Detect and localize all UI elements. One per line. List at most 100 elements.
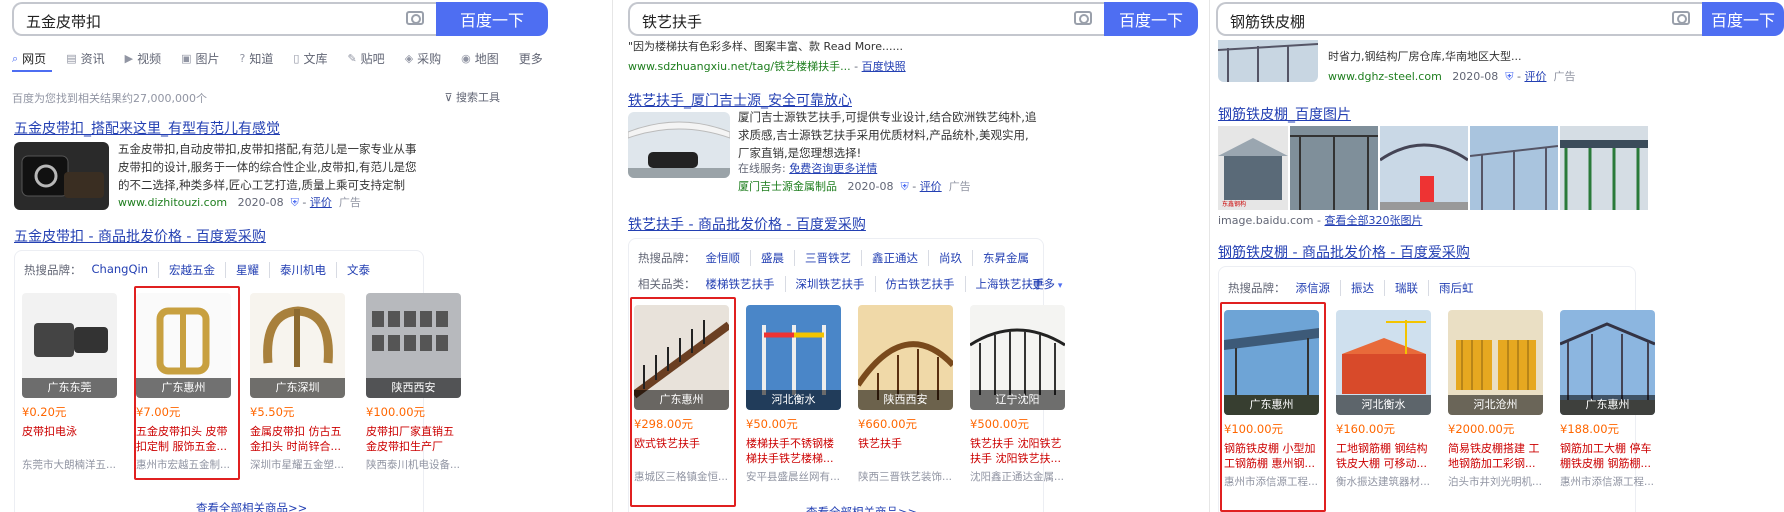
result-url[interactable]: www.dghz-steel.com bbox=[1328, 70, 1442, 83]
tab-more[interactable]: 更多 bbox=[519, 50, 543, 67]
search-input[interactable]: 五金皮带扣 bbox=[12, 2, 436, 36]
product-name[interactable]: 皮带扣电泳 bbox=[22, 424, 117, 454]
result-thumbnail[interactable] bbox=[14, 142, 109, 210]
product-seller: 沈阳鑫正通达金属... bbox=[970, 471, 1065, 483]
brand-link[interactable]: 金恒顺 bbox=[706, 250, 751, 266]
product-name[interactable]: 工地钢筋棚 钢结构铁皮大棚 可移动... bbox=[1336, 441, 1431, 471]
verified-icon: ⛨ bbox=[1505, 70, 1514, 83]
result-title-link[interactable]: 五金皮带扣 - 商品批发价格 - 百度爱采购 bbox=[14, 226, 266, 246]
brand-link[interactable]: 添信源 bbox=[1296, 280, 1341, 296]
search-button[interactable]: 百度一下 bbox=[1702, 2, 1784, 36]
product-name[interactable]: 钢筋加工大棚 停车棚铁皮棚 钢筋棚... bbox=[1560, 441, 1655, 471]
result-thumbnail[interactable] bbox=[628, 112, 730, 178]
category-link[interactable]: 仿古铁艺扶手 bbox=[886, 276, 966, 292]
camera-icon[interactable] bbox=[1074, 11, 1092, 25]
brand-link[interactable]: 瑞联 bbox=[1395, 280, 1429, 296]
product-name[interactable]: 金属皮带扣 仿古五金扣头 时尚锌合... bbox=[250, 424, 345, 454]
product-name[interactable]: 铁艺扶手 bbox=[858, 436, 953, 466]
shed-image[interactable] bbox=[1290, 126, 1378, 210]
product-card[interactable]: 陕西西安 ¥100.00元 皮带扣厂家直销五金皮带扣生产厂家... 陕西泰川机电… bbox=[366, 293, 461, 472]
cart-icon: ◈ bbox=[404, 52, 414, 65]
brand-link[interactable]: ChangQin bbox=[92, 262, 159, 278]
search-tools-button[interactable]: ⊽ 搜索工具 bbox=[444, 89, 500, 105]
result-title-link[interactable]: 五金皮带扣_搭配来这里_有型有范儿有感觉 bbox=[14, 118, 280, 138]
see-all-images-link[interactable]: 查看全部320张图片 bbox=[1324, 214, 1422, 227]
result-title-link[interactable]: 钢筋铁皮棚 - 商品批发价格 - 百度爱采购 bbox=[1218, 242, 1470, 262]
search-tabs: ⌕ 网页 ▤ 资讯 ▶ 视频 ▣ 图片 ? 知道 ▯ 文库 ✎ 贴吧 ◈ 采购 ◉ 地图 更多 bbox=[12, 50, 563, 67]
product-card[interactable]: 陕西西安 ¥660.00元 铁艺扶手 陕西三晋铁艺装饰... bbox=[858, 305, 953, 484]
product-image: 辽宁沈阳 bbox=[970, 305, 1065, 410]
product-name[interactable]: 简易铁皮棚搭建 工地钢筋加工彩钢... bbox=[1448, 441, 1543, 471]
highlight-box bbox=[630, 297, 736, 507]
product-card[interactable]: 河北沧州 ¥2000.00元 简易铁皮棚搭建 工地钢筋加工彩钢... 泊头市井刘… bbox=[1448, 310, 1543, 489]
more-categories-button[interactable]: 更多 ▾ bbox=[1032, 276, 1062, 292]
tab-news[interactable]: ▤ 资讯 bbox=[66, 50, 104, 67]
see-all-products-link[interactable]: 查看全部相关商品>> bbox=[196, 500, 307, 512]
brand-link[interactable]: 盛晨 bbox=[761, 250, 795, 266]
search-button[interactable]: 百度一下 bbox=[1104, 2, 1198, 36]
result-date: 2020-08 bbox=[847, 180, 894, 193]
product-name[interactable]: 楼梯扶手不锈钢楼梯扶手铁艺楼梯... bbox=[746, 436, 841, 466]
brand-link[interactable]: 振达 bbox=[1351, 280, 1385, 296]
result-url[interactable]: www.sdzhuangxiu.net/tag/铁艺楼梯扶手... bbox=[628, 60, 851, 73]
category-link[interactable]: 楼梯铁艺扶手 bbox=[706, 276, 786, 292]
product-card[interactable]: 河北衡水 ¥50.00元 楼梯扶手不锈钢楼梯扶手铁艺楼梯... 安平县盛晨丝网有… bbox=[746, 305, 841, 484]
category-link[interactable]: 深圳铁艺扶手 bbox=[796, 276, 876, 292]
brand-link[interactable]: 宏越五金 bbox=[169, 262, 226, 278]
eval-link[interactable]: 评价 bbox=[1524, 70, 1546, 83]
camera-icon[interactable] bbox=[1672, 11, 1690, 25]
svg-text:东鑫钢构: 东鑫钢构 bbox=[1222, 200, 1246, 208]
search-input[interactable]: 铁艺扶手 bbox=[628, 2, 1104, 36]
result-snippet: "因为楼梯扶有色彩多样、图案丰富、款 Read More...... bbox=[628, 40, 903, 53]
brand-link[interactable]: 三晋铁艺 bbox=[805, 250, 862, 266]
hot-brand-row: 热搜品牌： 添信源 振达 瑞联 雨后虹 bbox=[1228, 280, 1494, 296]
product-seller: 陕西泰川机电设备... bbox=[366, 459, 461, 471]
result-url[interactable]: www.dizhitouzi.com bbox=[118, 196, 227, 209]
shed-image[interactable] bbox=[1470, 126, 1558, 210]
ad-label: 广告 bbox=[948, 180, 971, 193]
search-query: 铁艺扶手 bbox=[642, 13, 703, 31]
brand-link[interactable]: 东昇金属 bbox=[983, 250, 1039, 266]
brand-link[interactable]: 星耀 bbox=[236, 262, 270, 278]
product-card[interactable]: 辽宁沈阳 ¥500.00元 铁艺扶手 沈阳铁艺扶手 沈阳铁艺扶... 沈阳鑫正通… bbox=[970, 305, 1065, 484]
result-title-link[interactable]: 铁艺扶手_厦门吉士源_安全可靠放心 bbox=[628, 90, 852, 110]
product-card[interactable]: 广东东莞 ¥0.20元 皮带扣电泳 东莞市大朗楠洋五... bbox=[22, 293, 117, 472]
tab-video[interactable]: ▶ 视频 bbox=[125, 50, 161, 67]
shed-image[interactable] bbox=[1380, 126, 1468, 210]
snapshot-link[interactable]: 百度快照 bbox=[862, 60, 906, 73]
result-company[interactable]: 厦门吉士源金属制品 bbox=[738, 180, 837, 193]
tab-images[interactable]: ▣ 图片 bbox=[181, 50, 219, 67]
product-name[interactable]: 皮带扣厂家直销五金皮带扣生产厂家... bbox=[366, 424, 461, 454]
see-all-products-link[interactable]: 查看全部相关商品>> bbox=[806, 504, 917, 512]
eval-link[interactable]: 评价 bbox=[920, 180, 942, 193]
panel-divider bbox=[1209, 0, 1210, 512]
document-icon: ▯ bbox=[293, 52, 300, 65]
tab-purchase[interactable]: ◈ 采购 bbox=[405, 50, 441, 67]
tab-tieba[interactable]: ✎ 贴吧 bbox=[347, 50, 384, 67]
result-title-link[interactable]: 铁艺扶手 - 商品批发价格 - 百度爱采购 bbox=[628, 214, 866, 234]
search-input[interactable]: 钢筋铁皮棚 bbox=[1216, 2, 1702, 36]
product-price: ¥2000.00元 bbox=[1448, 422, 1515, 436]
tab-map[interactable]: ◉ 地图 bbox=[461, 50, 499, 67]
tab-wenku[interactable]: ▯ 文库 bbox=[293, 50, 327, 67]
tab-web[interactable]: ⌕ 网页 bbox=[12, 50, 46, 67]
product-card[interactable]: 广东深圳 ¥5.50元 金属皮带扣 仿古五金扣头 时尚锌合... 深圳市星耀五金… bbox=[250, 293, 345, 472]
brand-link[interactable]: 尚玖 bbox=[939, 250, 973, 266]
camera-icon[interactable] bbox=[406, 11, 424, 25]
product-card[interactable]: 河北衡水 ¥160.00元 工地钢筋棚 钢结构铁皮大棚 可移动... 衡水振达建… bbox=[1336, 310, 1431, 489]
product-card[interactable]: 广东惠州 ¥188.00元 钢筋加工大棚 停车棚铁皮棚 钢筋棚... 惠州市添信… bbox=[1560, 310, 1655, 489]
tab-zhidao[interactable]: ? 知道 bbox=[240, 50, 274, 67]
forum-icon: ✎ bbox=[347, 52, 357, 65]
brand-link[interactable]: 雨后虹 bbox=[1439, 280, 1484, 296]
consult-link[interactable]: 免费咨询更多详情 bbox=[789, 162, 877, 175]
product-name[interactable]: 铁艺扶手 沈阳铁艺扶手 沈阳铁艺扶... bbox=[970, 436, 1065, 466]
brand-link[interactable]: 泰川机电 bbox=[280, 262, 337, 278]
shed-image[interactable] bbox=[1560, 126, 1648, 210]
eval-link[interactable]: 评价 bbox=[310, 196, 332, 209]
brand-link[interactable]: 鑫正通达 bbox=[872, 250, 929, 266]
search-button[interactable]: 百度一下 bbox=[436, 2, 548, 36]
result-title-link[interactable]: 钢筋铁皮棚_百度图片 bbox=[1218, 104, 1351, 124]
product-seller: 衡水振达建筑器材... bbox=[1336, 476, 1431, 488]
brand-link[interactable]: 文泰 bbox=[347, 262, 380, 278]
shed-image[interactable]: 东鑫钢构 bbox=[1218, 126, 1288, 210]
